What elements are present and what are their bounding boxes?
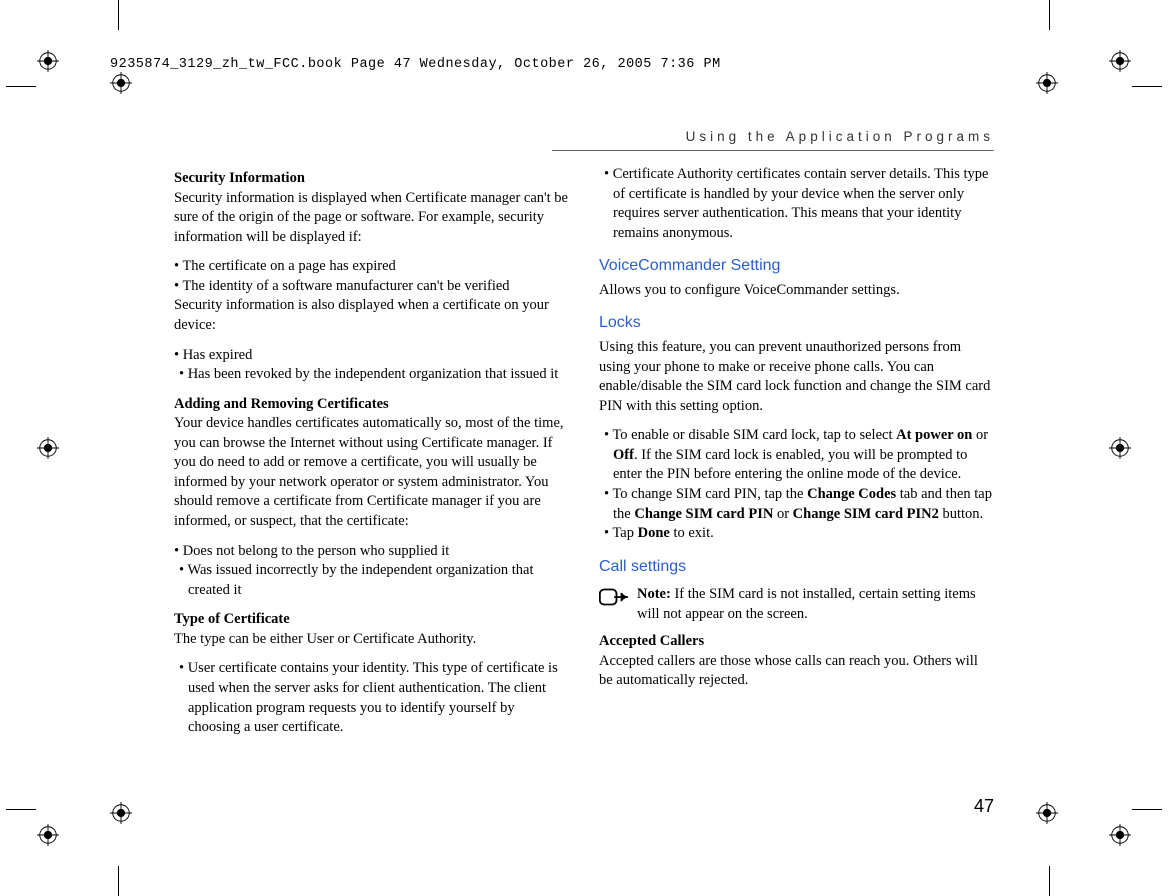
header-rule — [552, 150, 994, 151]
body-text: • Has been revoked by the independent or… — [174, 365, 569, 385]
body-text: • Was issued incorrectly by the independ… — [174, 561, 569, 600]
note-text: Note: If the SIM card is not installed, … — [637, 585, 994, 624]
body-text: Allows you to configure VoiceCommander s… — [599, 281, 994, 301]
body-text: • Certificate Authority certificates con… — [599, 165, 994, 243]
registration-mark-icon — [1109, 50, 1131, 72]
registration-mark-icon — [1109, 437, 1131, 459]
type-cert-heading: Type of Certificate — [174, 610, 569, 630]
left-column: Security Information Security informatio… — [174, 165, 569, 796]
body-text: • Has expired — [174, 346, 569, 366]
note-arrow-icon — [599, 587, 629, 611]
registration-mark-icon — [37, 437, 59, 459]
body-text: • Tap Done to exit. — [599, 524, 994, 544]
accepted-callers-heading: Accepted Callers — [599, 632, 994, 652]
page-number: 47 — [974, 794, 994, 818]
body-text: • The certificate on a page has expired — [174, 257, 569, 277]
body-text: The type can be either User or Certifica… — [174, 630, 569, 650]
running-head: Using the Application Programs — [686, 128, 994, 146]
body-text: • The identity of a software manufacture… — [174, 277, 569, 297]
body-text: • To enable or disable SIM card lock, ta… — [599, 426, 994, 485]
note-callout: Note: If the SIM card is not installed, … — [599, 585, 994, 624]
body-text: Security information is displayed when C… — [174, 189, 569, 248]
registration-mark-icon — [37, 50, 59, 72]
body-text: Using this feature, you can prevent unau… — [599, 338, 994, 416]
body-text: Accepted callers are those whose calls c… — [599, 652, 994, 691]
body-text: Security information is also displayed w… — [174, 296, 569, 335]
body-text: • Does not belong to the person who supp… — [174, 542, 569, 562]
body-text: Your device handles certificates automat… — [174, 414, 569, 531]
framemaker-header: 9235874_3129_zh_tw_FCC.book Page 47 Wedn… — [110, 56, 721, 74]
body-text: • User certificate contains your identit… — [174, 659, 569, 737]
call-settings-heading: Call settings — [599, 556, 994, 578]
locks-heading: Locks — [599, 312, 994, 334]
registration-mark-icon — [1109, 824, 1131, 846]
body-text: • To change SIM card PIN, tap the Change… — [599, 485, 994, 524]
add-remove-heading: Adding and Removing Certificates — [174, 395, 569, 415]
registration-mark-icon — [37, 824, 59, 846]
security-info-heading: Security Information — [174, 169, 569, 189]
right-column: • Certificate Authority certificates con… — [599, 165, 994, 796]
page-content: Security Information Security informatio… — [174, 165, 994, 796]
voicecommander-heading: VoiceCommander Setting — [599, 255, 994, 277]
